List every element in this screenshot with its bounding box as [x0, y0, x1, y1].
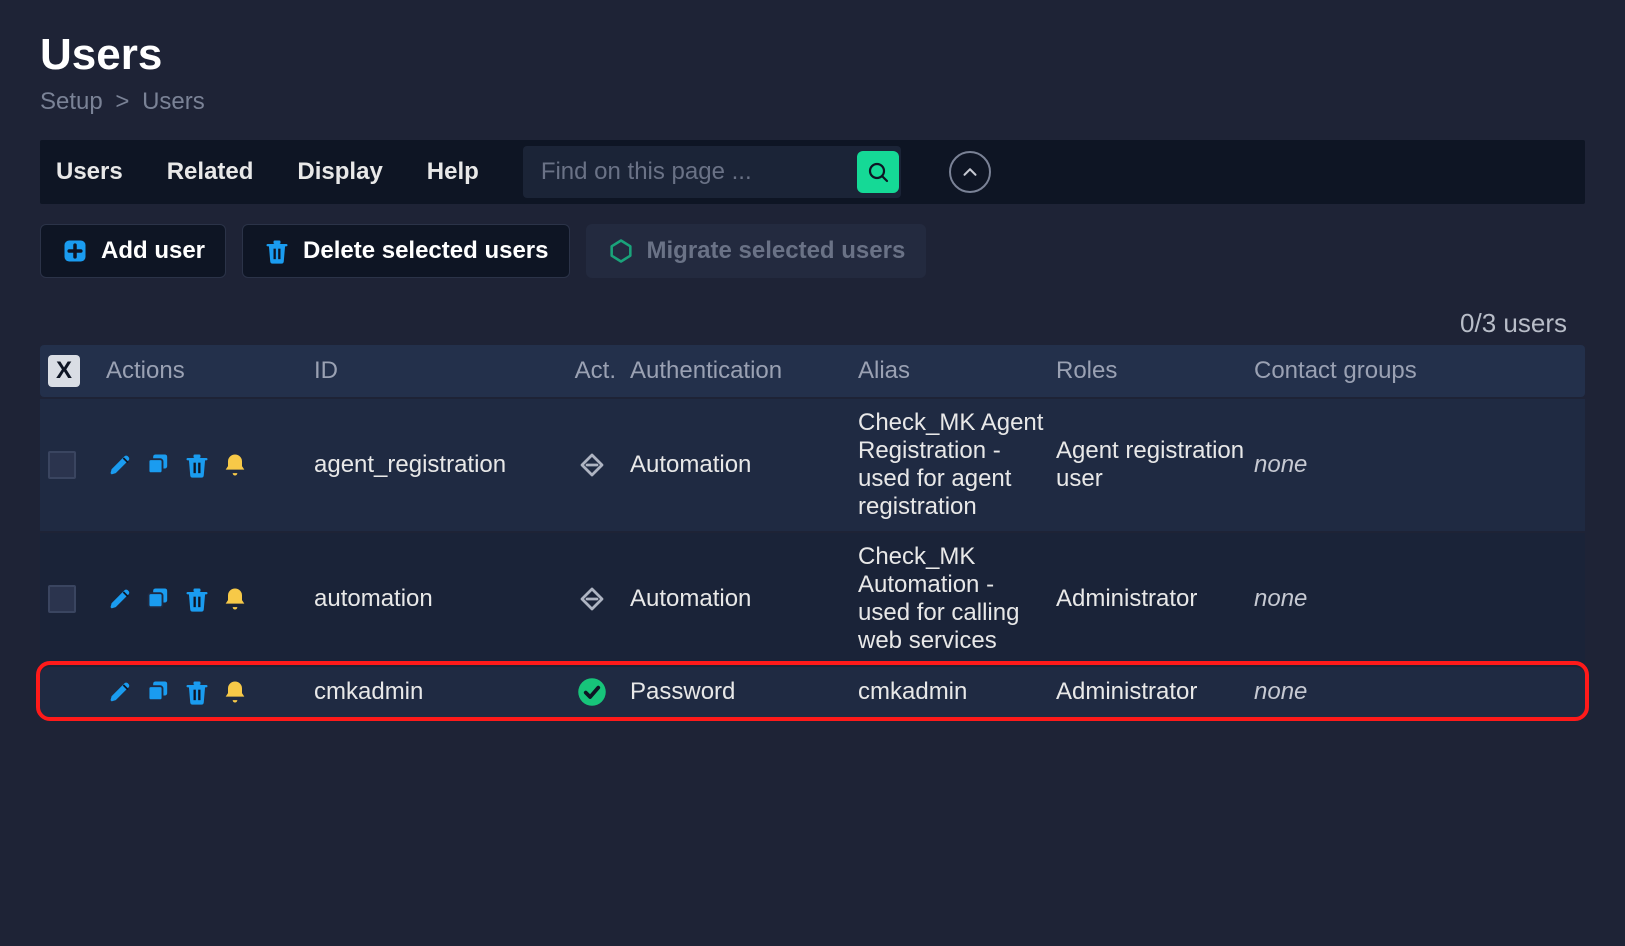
chevron-up-icon	[959, 161, 981, 183]
edit-icon[interactable]	[106, 584, 136, 614]
row-checkbox[interactable]	[48, 451, 76, 479]
breadcrumb: Setup > Users	[40, 88, 1585, 116]
trash-icon	[263, 237, 291, 265]
delete-icon[interactable]	[182, 584, 212, 614]
cell-act	[562, 450, 622, 480]
cell-roles: Administrator	[1056, 678, 1246, 706]
cell-alias: Check_MK Automation - used for calling w…	[858, 543, 1048, 655]
migrate-selected-label: Migrate selected users	[647, 237, 906, 265]
menu-display[interactable]: Display	[291, 150, 388, 194]
table-row: automation Automation Check_MK Automation …	[40, 531, 1585, 665]
cell-contact-groups: none	[1254, 451, 1474, 479]
plus-icon	[61, 237, 89, 265]
add-user-button[interactable]: Add user	[40, 224, 226, 278]
cell-id: cmkadmin	[314, 678, 554, 706]
row-checkbox[interactable]	[48, 585, 76, 613]
cell-auth: Automation	[630, 451, 850, 479]
delete-selected-label: Delete selected users	[303, 237, 548, 265]
edit-icon[interactable]	[106, 450, 136, 480]
clone-icon[interactable]	[144, 450, 174, 480]
toolbar: Add user Delete selected users Migrate s…	[40, 224, 1585, 278]
check-ok-icon	[577, 677, 607, 707]
breadcrumb-sep: >	[115, 88, 129, 115]
breadcrumb-setup[interactable]: Setup	[40, 88, 103, 115]
hexagon-icon	[607, 237, 635, 265]
cell-roles: Agent registration user	[1056, 437, 1246, 493]
add-user-label: Add user	[101, 237, 205, 265]
sync-icon	[577, 584, 607, 614]
migrate-selected-button[interactable]: Migrate selected users	[586, 224, 927, 278]
page-title: Users	[40, 30, 1585, 80]
col-id[interactable]: ID	[314, 357, 554, 385]
col-roles[interactable]: Roles	[1056, 357, 1246, 385]
clone-icon[interactable]	[144, 584, 174, 614]
table-row: cmkadmin Password cmkadmin Administrator non…	[40, 665, 1585, 717]
table-header: X Actions ID Act. Authentication Alias R…	[40, 345, 1585, 397]
cell-roles: Administrator	[1056, 585, 1246, 613]
edit-icon[interactable]	[106, 677, 136, 707]
cell-alias: cmkadmin	[858, 678, 1048, 706]
table-row: agent_registration Automation Check_MK Age…	[40, 397, 1585, 531]
col-auth[interactable]: Authentication	[630, 357, 850, 385]
cell-act	[562, 677, 622, 707]
users-table: X Actions ID Act. Authentication Alias R…	[40, 345, 1585, 717]
cell-id: agent_registration	[314, 451, 554, 479]
collapse-button[interactable]	[949, 151, 991, 193]
user-counter: 0/3 users	[40, 308, 1585, 339]
notify-icon[interactable]	[220, 677, 250, 707]
cell-act	[562, 584, 622, 614]
cell-alias: Check_MK Agent Registration - used for a…	[858, 409, 1048, 521]
menu-related[interactable]: Related	[161, 150, 260, 194]
search-wrap	[523, 146, 901, 198]
select-all-toggle[interactable]: X	[48, 355, 80, 387]
cell-auth: Password	[630, 678, 850, 706]
col-act[interactable]: Act.	[562, 357, 622, 385]
delete-icon[interactable]	[182, 450, 212, 480]
search-input[interactable]	[537, 148, 857, 196]
col-cg[interactable]: Contact groups	[1254, 357, 1474, 385]
cell-id: automation	[314, 585, 554, 613]
cell-auth: Automation	[630, 585, 850, 613]
search-icon	[866, 160, 890, 184]
search-button[interactable]	[857, 151, 899, 193]
menubar: Users Related Display Help	[40, 140, 1585, 204]
delete-selected-button[interactable]: Delete selected users	[242, 224, 569, 278]
breadcrumb-users[interactable]: Users	[142, 88, 205, 115]
sync-icon	[577, 450, 607, 480]
col-alias[interactable]: Alias	[858, 357, 1048, 385]
delete-icon[interactable]	[182, 677, 212, 707]
col-actions: Actions	[106, 357, 306, 385]
cell-contact-groups: none	[1254, 585, 1474, 613]
menu-users[interactable]: Users	[50, 150, 129, 194]
notify-icon[interactable]	[220, 584, 250, 614]
notify-icon[interactable]	[220, 450, 250, 480]
menu-help[interactable]: Help	[421, 150, 485, 194]
clone-icon[interactable]	[144, 677, 174, 707]
cell-contact-groups: none	[1254, 678, 1474, 706]
